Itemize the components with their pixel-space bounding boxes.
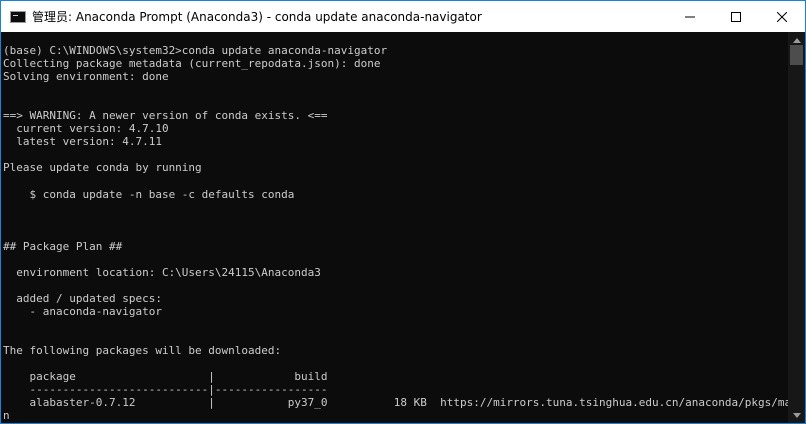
console-line: current version: 4.7.10 xyxy=(3,122,169,136)
maximize-button[interactable] xyxy=(713,1,759,32)
window-title: 管理员: Anaconda Prompt (Anaconda3) - conda… xyxy=(32,10,482,24)
title-bar[interactable]: 管理员: Anaconda Prompt (Anaconda3) - conda… xyxy=(1,1,805,32)
console-line: alabaster-0.7.12 | py37_0 18 KB https://… xyxy=(3,396,789,410)
scroll-down-button[interactable] xyxy=(788,407,805,423)
console-output[interactable]: (base) C:\WINDOWS\system32>conda update … xyxy=(1,32,789,423)
console-line: package | build xyxy=(3,370,328,384)
close-button[interactable] xyxy=(759,1,805,32)
console-line: ==> WARNING: A newer version of conda ex… xyxy=(3,109,328,123)
console-line: - anaconda-navigator xyxy=(3,305,162,318)
console-line: (base) C:\WINDOWS\system32>conda update … xyxy=(3,44,388,57)
console-line: Please update conda by running xyxy=(3,161,202,175)
close-icon xyxy=(777,11,787,22)
console-line: ---------------------------|------------… xyxy=(3,383,328,397)
console-line: Solving environment: done xyxy=(3,70,169,84)
window-controls xyxy=(667,1,805,32)
console-line: n xyxy=(3,409,10,423)
console-line: ## Package Plan ## xyxy=(3,239,123,253)
console-line: latest version: 4.7.11 xyxy=(3,135,162,149)
console-line: $ conda update -n base -c defaults conda xyxy=(3,187,295,201)
minimize-button[interactable] xyxy=(667,1,713,32)
console-window: 管理员: Anaconda Prompt (Anaconda3) - conda… xyxy=(0,0,806,424)
console-line: environment location: C:\Users\24115\Ana… xyxy=(3,265,321,279)
console-icon[interactable] xyxy=(10,10,26,23)
console-line: added / updated specs: xyxy=(3,291,162,305)
vertical-scrollbar[interactable] xyxy=(788,32,805,423)
scrollbar-thumb[interactable] xyxy=(790,45,803,65)
chevron-up-icon xyxy=(792,38,801,43)
minimize-icon xyxy=(685,16,695,17)
chevron-down-icon xyxy=(792,413,801,418)
console-line: Collecting package metadata (current_rep… xyxy=(3,57,381,71)
console-line: The following packages will be downloade… xyxy=(3,344,282,358)
maximize-icon xyxy=(731,11,741,22)
